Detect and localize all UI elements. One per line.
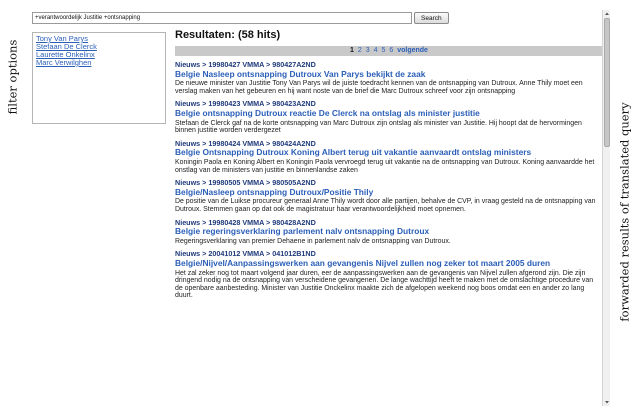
- result-title-link[interactable]: Belgie Ontsnapping Dutroux Koning Albert…: [175, 148, 602, 158]
- page-link-6[interactable]: 6: [389, 47, 393, 54]
- result-snippet: Stefaan de Clerck gaf na de korte ontsna…: [175, 119, 582, 135]
- scroll-up-arrow-icon[interactable]: [604, 11, 610, 17]
- result-title-link[interactable]: Belgie regeringsverklaring parlement nal…: [175, 226, 602, 237]
- pagination-bar: 1 2 3 4 5 6 volgende: [175, 46, 602, 56]
- filter-panel: Tony Van Parys Stefaan De Clerck Laurett…: [32, 32, 166, 124]
- page-link-2[interactable]: 2: [358, 47, 362, 54]
- result-title-link[interactable]: Belgie/Nasleep ontsnapping Dutroux/Posit…: [175, 187, 602, 198]
- result-snippet: De nieuwe minister van Justitie Tony Van…: [175, 80, 583, 95]
- search-bar: +verantwoordelijk Justitie +ontsnapping …: [32, 10, 449, 26]
- result-item: Nieuws > 19980424 VMMA > 980424A2ND Belg…: [175, 139, 602, 174]
- forwarded-results-label: forwarded results of translated query: [618, 102, 633, 322]
- scroll-down-arrow-icon[interactable]: [604, 399, 610, 405]
- page-link-3[interactable]: 3: [366, 47, 370, 54]
- scrollbar-thumb[interactable]: [604, 18, 610, 147]
- result-snippet: De positie van de Luikse procureur gener…: [175, 198, 596, 213]
- page-link-4[interactable]: 4: [374, 47, 378, 54]
- search-button[interactable]: Search: [414, 12, 449, 24]
- search-input[interactable]: +verantwoordelijk Justitie +ontsnapping: [32, 12, 412, 24]
- result-snippet: Koningin Paola en Koning Albert en Konin…: [175, 158, 595, 174]
- page-next-link[interactable]: volgende: [397, 47, 428, 54]
- filter-options-annotation: filter options: [1, 36, 23, 118]
- page-link-5[interactable]: 5: [381, 47, 385, 54]
- result-snippet: Het zal zeker nog tot maart volgend jaar…: [175, 269, 594, 300]
- result-title-link[interactable]: Belgie/Nijvel/Aanpassingswerken aan geva…: [175, 258, 602, 269]
- result-item: Nieuws > 20041012 VMMA > 041012B1ND Belg…: [175, 250, 602, 300]
- result-item: Nieuws > 19980505 VMMA > 980505A2ND Belg…: [175, 179, 602, 213]
- result-item: Nieuws > 19980423 VMMA > 980423A2ND Belg…: [175, 100, 602, 134]
- search-results-window: +verantwoordelijk Justitie +ontsnapping …: [30, 8, 612, 408]
- result-item: Nieuws > 19980427 VMMA > 980427A2ND Belg…: [175, 60, 602, 95]
- result-snippet: Regeringsverklaring van premier Dehaene …: [175, 237, 451, 245]
- filter-options-label: filter options: [5, 39, 19, 115]
- result-title-link[interactable]: Belgie Nasleep ontsnapping Dutroux Van P…: [175, 69, 602, 80]
- result-item: Nieuws > 19980428 VMMA > 980428A2ND Belg…: [175, 218, 602, 246]
- results-count-heading: Resultaten: (58 hits): [175, 29, 281, 41]
- result-title-link[interactable]: Belgie ontsnapping Dutroux reactie De Cl…: [175, 108, 602, 119]
- filter-item-marc-verwilghen[interactable]: Marc Verwilghen: [36, 59, 162, 67]
- vertical-scrollbar[interactable]: [602, 10, 610, 406]
- forwarded-results-annotation: forwarded results of translated query: [614, 18, 636, 406]
- page-current: 1: [350, 47, 354, 54]
- results-panel: Resultaten: (58 hits) 1 2 3 4 5 6 volgen…: [175, 28, 602, 408]
